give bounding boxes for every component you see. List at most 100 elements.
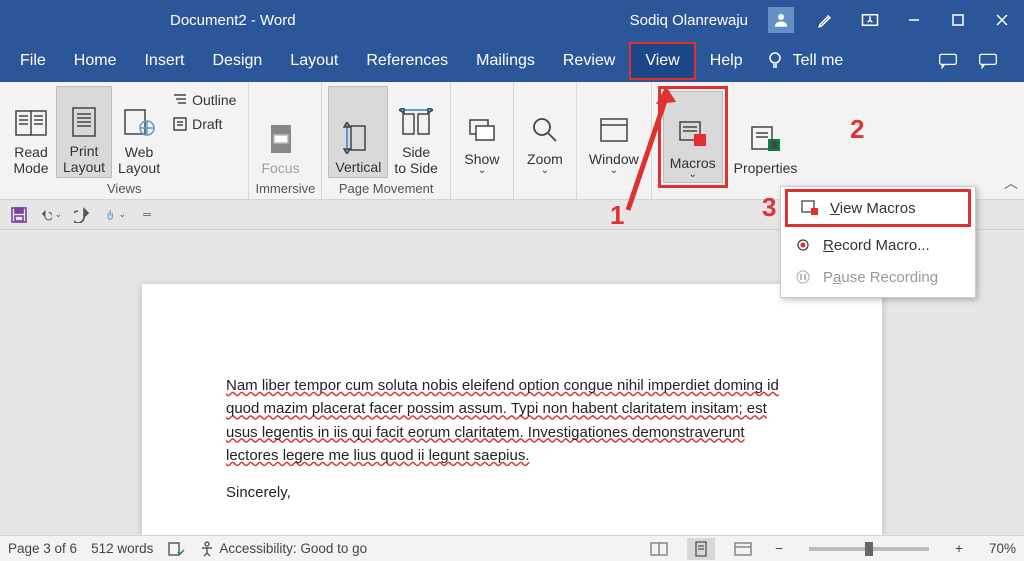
web-layout-button[interactable]: WebLayout [112, 86, 166, 178]
side-to-side-icon [399, 106, 433, 140]
comments-icon[interactable] [938, 52, 978, 70]
pause-recording-icon [793, 267, 813, 287]
chevron-down-icon: ⌄ [541, 165, 549, 176]
view-macros-label: View Macros [830, 200, 916, 217]
zoom-out-button[interactable]: − [771, 541, 787, 556]
read-mode-view-button[interactable] [645, 538, 673, 560]
ribbon: ReadMode PrintLayout WebLayout Outline D… [0, 82, 1024, 200]
print-layout-button[interactable]: PrintLayout [56, 86, 112, 178]
menu-help[interactable]: Help [696, 44, 757, 78]
pause-recording-item: Pause Recording [781, 261, 975, 293]
menu-design[interactable]: Design [198, 44, 276, 78]
user-name: Sodiq Olanrewaju [630, 12, 748, 29]
body-paragraph-2[interactable]: Sincerely, [226, 481, 798, 504]
side-to-side-button[interactable]: Sideto Side [388, 86, 444, 178]
callout-1: 1 [610, 200, 624, 231]
vertical-icon [341, 121, 375, 155]
minimize-button[interactable] [892, 0, 936, 40]
user-avatar-icon[interactable] [768, 7, 794, 33]
close-button[interactable] [980, 0, 1024, 40]
callout-3: 3 [762, 192, 776, 223]
record-macro-item[interactable]: Record Macro... [781, 229, 975, 261]
chevron-down-icon: ⌄ [688, 169, 696, 180]
menu-mailings[interactable]: Mailings [462, 44, 549, 78]
title-bar: Document2 - Word Sodiq Olanrewaju [0, 0, 1024, 40]
properties-label: Properties [734, 160, 798, 176]
ribbon-display-icon[interactable] [848, 0, 892, 40]
web-layout-label: WebLayout [118, 144, 160, 176]
group-show: Show ⌄ [451, 82, 514, 199]
menu-file[interactable]: File [6, 44, 60, 78]
properties-icon: S [749, 122, 783, 156]
spellcheck-icon[interactable] [167, 541, 185, 557]
print-layout-view-button[interactable] [687, 538, 715, 560]
macros-button[interactable]: Macros ⌄ [663, 91, 723, 183]
draft-button[interactable]: Draft [166, 114, 242, 134]
status-bar: Page 3 of 6 512 words Accessibility: Goo… [0, 535, 1024, 561]
document-title: Document2 - Word [170, 12, 296, 29]
group-page-movement: Vertical Sideto Side Page Movement [322, 82, 451, 199]
group-zoom: Zoom ⌄ [514, 82, 577, 199]
zoom-in-button[interactable]: + [951, 541, 967, 556]
outline-label: Outline [192, 92, 236, 108]
show-button[interactable]: Show ⌄ [457, 86, 507, 178]
read-mode-icon [14, 106, 48, 140]
collapse-ribbon-button[interactable]: ︿ [1004, 173, 1018, 193]
group-macros-properties: Macros ⌄ S Properties [652, 82, 810, 199]
zoom-percent[interactable]: 70% [989, 541, 1016, 556]
macros-icon [676, 117, 710, 151]
menu-review[interactable]: Review [549, 44, 629, 78]
view-macros-item[interactable]: View Macros [785, 189, 971, 227]
pause-recording-label: Pause Recording [823, 269, 938, 286]
chevron-down-icon: ⌄ [478, 165, 486, 176]
touch-mode-button[interactable]: ⌄ [104, 204, 126, 226]
vertical-label: Vertical [335, 159, 381, 175]
accessibility-status[interactable]: Accessibility: Good to go [199, 541, 367, 557]
outline-button[interactable]: Outline [166, 90, 242, 110]
menu-view[interactable]: View [629, 42, 695, 80]
menu-bar: File Home Insert Design Layout Reference… [0, 40, 1024, 82]
read-mode-button[interactable]: ReadMode [6, 86, 56, 178]
page-movement-group-label: Page Movement [328, 180, 444, 197]
zoom-icon [528, 113, 562, 147]
record-macro-icon [793, 235, 813, 255]
maximize-button[interactable] [936, 0, 980, 40]
chevron-down-icon: ⌄ [610, 165, 618, 176]
window-button[interactable]: Window ⌄ [583, 86, 645, 178]
macros-dropdown: View Macros Record Macro... Pause Record… [780, 186, 976, 298]
pen-icon[interactable] [804, 0, 848, 40]
word-count[interactable]: 512 words [91, 541, 153, 556]
immersive-group-label: Immersive [255, 180, 315, 197]
view-macros-icon [800, 198, 820, 218]
read-mode-label: ReadMode [13, 144, 48, 176]
save-button[interactable] [8, 204, 30, 226]
group-window: Window ⌄ [577, 82, 652, 199]
redo-button[interactable] [72, 204, 94, 226]
zoom-button[interactable]: Zoom ⌄ [520, 86, 570, 178]
record-macro-label: Record Macro... [823, 237, 930, 254]
svg-text:S: S [771, 140, 777, 150]
zoom-slider[interactable] [809, 547, 929, 551]
properties-button[interactable]: S Properties [728, 86, 804, 178]
group-immersive: Focus Immersive [249, 82, 322, 199]
tell-me[interactable]: Tell me [789, 44, 858, 78]
menu-insert[interactable]: Insert [130, 44, 198, 78]
page-indicator[interactable]: Page 3 of 6 [8, 541, 77, 556]
undo-button[interactable]: ⌄ [40, 204, 62, 226]
menu-layout[interactable]: Layout [276, 44, 352, 78]
focus-icon [264, 122, 298, 156]
menu-references[interactable]: References [352, 44, 462, 78]
document-page[interactable]: Nam liber tempor cum soluta nobis eleife… [142, 284, 882, 535]
vertical-button[interactable]: Vertical [328, 86, 388, 178]
lightbulb-icon[interactable] [767, 51, 783, 71]
draft-label: Draft [192, 116, 222, 132]
web-layout-view-button[interactable] [729, 538, 757, 560]
callout-2: 2 [850, 114, 864, 145]
body-paragraph-1[interactable]: Nam liber tempor cum soluta nobis eleife… [226, 374, 798, 467]
web-layout-icon [122, 106, 156, 140]
share-icon[interactable] [978, 52, 1018, 70]
menu-home[interactable]: Home [60, 44, 131, 78]
customize-qat-button[interactable]: ═ [136, 204, 158, 226]
focus-label: Focus [261, 160, 299, 176]
focus-button[interactable]: Focus [255, 86, 305, 178]
